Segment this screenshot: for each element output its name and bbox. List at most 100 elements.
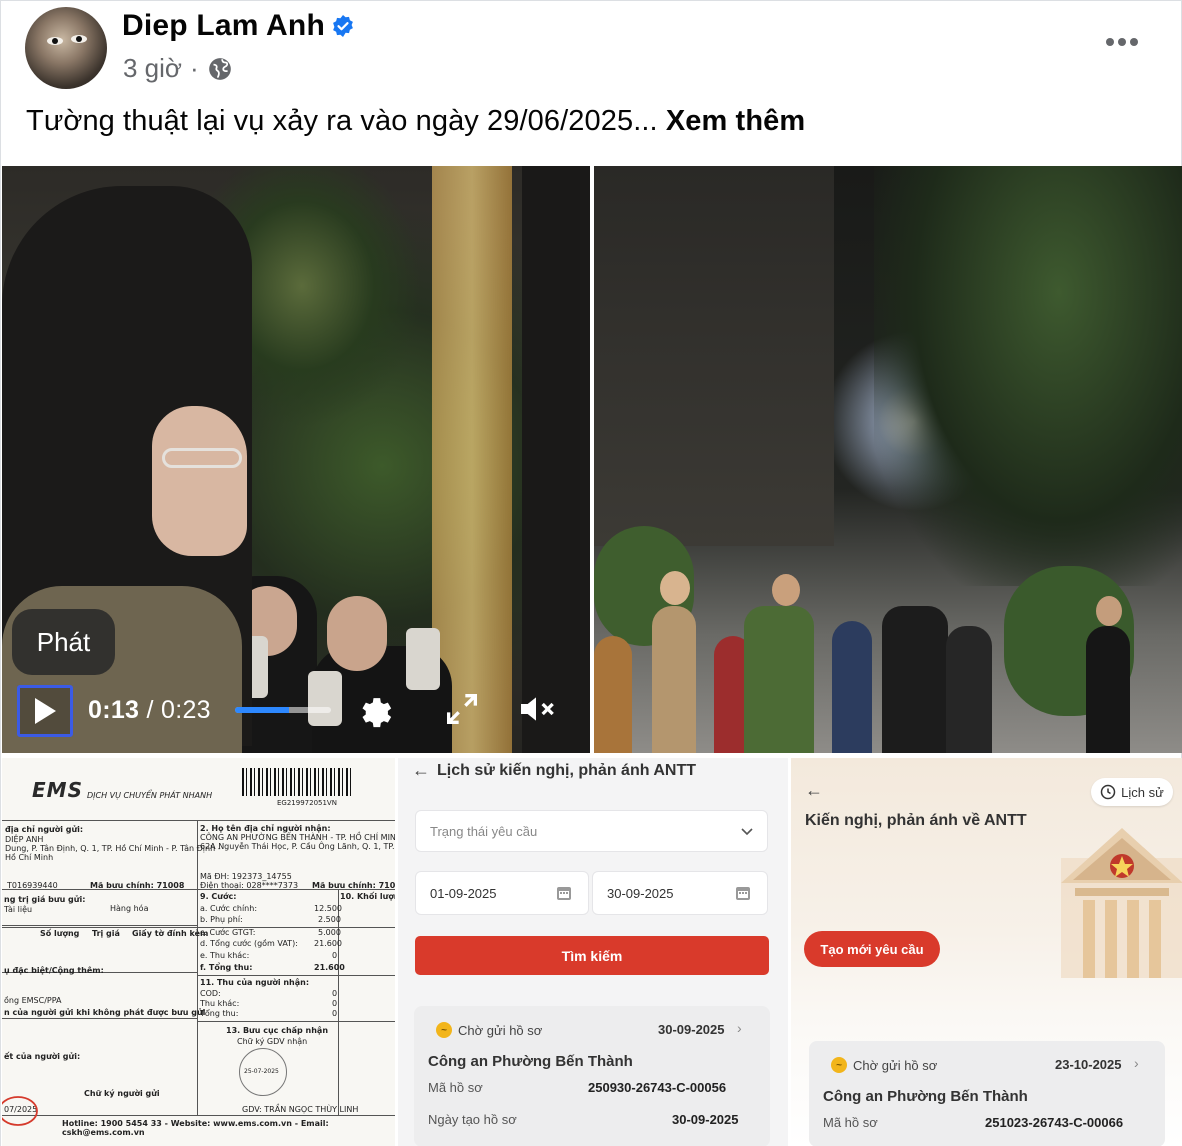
fee-sum-value: 21.600: [314, 963, 345, 972]
docs-header: Giấy tờ đính kèm: [132, 929, 209, 938]
card-status: ~ Chờ gửi hồ sơ: [436, 1022, 542, 1038]
weight-header: 10. Khối lượng: [340, 892, 395, 901]
see-more-link[interactable]: Xem thêm: [666, 105, 805, 137]
chevron-right-icon: ›: [1134, 1055, 1139, 1071]
declared-value-label: ng trị giá bưu gửi:: [4, 895, 86, 904]
sender-postcode: Mã bưu chính: 71008: [90, 881, 185, 890]
globe-icon: [208, 57, 231, 80]
card-status-text: Chờ gửi hồ sơ: [458, 1022, 543, 1038]
card-status: ~ Chờ gửi hồ sơ: [831, 1057, 937, 1073]
other-fee-value: 0: [332, 999, 338, 1008]
undelivered-instruction: n của người gửi khi không phát được bưu …: [4, 1008, 206, 1017]
photo-street-scene[interactable]: [594, 166, 1182, 753]
other-fee-label: Thu khác:: [200, 999, 240, 1008]
fee-vat-value: 5.000: [318, 928, 341, 937]
mute-icon[interactable]: [516, 689, 556, 729]
fee-vat-label: c. Cước GTGT:: [200, 928, 256, 937]
dot-icon: [1106, 38, 1114, 46]
request-card[interactable]: ~ Chờ gửi hồ sơ 30-09-2025 › Công an Phư…: [414, 1006, 770, 1146]
post-caption: Tường thuật lại vụ xảy ra vào ngày 29/06…: [26, 105, 805, 138]
app-history-screen: ← Lịch sử kiến nghị, phản ánh ANTT Trạng…: [398, 758, 788, 1146]
fee-main-label: a. Cước chính:: [200, 904, 258, 913]
recipient-address: 62A Nguyễn Thái Học, P. Cầu Ông Lãnh, Q.…: [200, 842, 395, 851]
search-button[interactable]: Tìm kiếm: [415, 936, 769, 975]
ems-subtitle: DỊCH VỤ CHUYỂN PHÁT NHANH: [87, 791, 213, 800]
chevron-right-icon: ›: [737, 1020, 742, 1036]
red-circle-annotation: [2, 1096, 38, 1126]
post-office-header: 13. Bưu cục chấp nhận: [226, 1026, 329, 1035]
post-meta: 3 giờ ·: [123, 53, 233, 84]
create-request-button[interactable]: Tạo mới yêu cầu: [804, 931, 940, 967]
post-time[interactable]: 3 giờ: [123, 53, 182, 84]
screen-title: Lịch sử kiến nghị, phản ánh ANTT: [437, 762, 696, 779]
history-clock-icon: [1100, 784, 1116, 800]
sender-name: DIỆP ANH: [5, 835, 44, 844]
tracking-number: EG219972051VN: [277, 799, 337, 807]
collect-total-value: 0: [332, 1009, 338, 1018]
calendar-icon: [557, 887, 571, 900]
seek-bar[interactable]: [235, 707, 331, 713]
coin-status-icon: ~: [436, 1022, 452, 1038]
card-code: 250930-26743-C-00056: [588, 1080, 727, 1095]
clerk-signature-label: Chữ ký GDV nhận: [237, 1037, 308, 1046]
ems-logo: EMS: [32, 778, 83, 802]
date-to-value: 30-09-2025: [607, 885, 674, 901]
author-name[interactable]: Diep Lam Anh: [122, 9, 325, 43]
date-from-field[interactable]: 01-09-2025: [415, 871, 589, 915]
calendar-icon: [736, 887, 750, 900]
card-organization: Công an Phường Bến Thành: [823, 1088, 1028, 1105]
back-arrow-icon[interactable]: ←: [805, 780, 823, 801]
ems-receipt: EMS DỊCH VỤ CHUYỂN PHÁT NHANH EG21997205…: [2, 758, 395, 1146]
status-select[interactable]: Trạng thái yêu cầu: [415, 810, 768, 852]
recipient-phone: Điện thoại: 028****7373: [200, 881, 299, 890]
goods-checkbox-label: Hàng hóa: [110, 904, 149, 913]
video-player[interactable]: Phát: [2, 166, 590, 753]
coin-status-icon: ~: [831, 1057, 847, 1073]
hotline-footer: Hotline: 1900 5454 33 - Website: www.ems…: [62, 1119, 329, 1137]
photo-app-home-screen[interactable]: Lịch sử ← Kiến nghị, phản ánh về ANTT Tạ…: [791, 758, 1182, 1146]
photo-app-history-screen[interactable]: ← Lịch sử kiến nghị, phản ánh ANTT Trạng…: [398, 758, 788, 1146]
more-options-button[interactable]: [1099, 27, 1145, 57]
cod-label: COD:: [200, 989, 221, 998]
order-id: Mã ĐH: 192373_14755: [200, 872, 292, 881]
status-placeholder: Trạng thái yêu cầu: [430, 823, 538, 839]
fee-other-value: 0: [332, 951, 338, 960]
author-avatar[interactable]: [25, 7, 107, 89]
app-home-screen: Lịch sử ← Kiến nghị, phản ánh về ANTT Tạ…: [791, 758, 1182, 1146]
police-building-icon: [1061, 828, 1182, 978]
play-button[interactable]: [17, 685, 73, 737]
street-photo: [594, 166, 1182, 753]
cod-value: 0: [332, 989, 338, 998]
recipient-postcode: Mã bưu chính: 7100: [312, 881, 395, 890]
collect-total-label: Tổng thu:: [200, 1009, 239, 1018]
time-separator: /: [146, 696, 154, 724]
duration: 0:23: [161, 696, 211, 724]
qty-header: Số lượng: [40, 929, 80, 938]
special-service: ụ đặc biệt/Cộng thêm:: [4, 966, 104, 975]
postmark-stamp: 25-07-2025: [239, 1048, 287, 1096]
request-card[interactable]: ~ Chờ gửi hồ sơ 23-10-2025 › Công an Phư…: [809, 1041, 1165, 1146]
fullscreen-icon[interactable]: [442, 689, 482, 729]
card-code: 251023-26743-C-00066: [985, 1115, 1124, 1130]
back-arrow-icon[interactable]: ←: [412, 760, 430, 781]
card-code-label: Mã hồ sơ: [823, 1115, 878, 1130]
sender-signature-label: Chữ ký người gửi: [84, 1089, 160, 1098]
fee-extra-value: 2.500: [318, 915, 341, 924]
play-icon: [35, 698, 56, 724]
photo-ems-receipt[interactable]: EMS DỊCH VỤ CHUYỂN PHÁT NHANH EG21997205…: [2, 758, 395, 1146]
seek-bar-fill: [235, 707, 289, 713]
fee-header: 9. Cước:: [200, 892, 237, 901]
settings-gear-icon[interactable]: [354, 689, 394, 729]
recipient-name: CÔNG AN PHƯỜNG BẾN THÀNH - TP. HỒ CHÍ MI…: [200, 833, 395, 842]
recipient-header: 2. Họ tên địa chỉ người nhận:: [200, 824, 331, 833]
value-header: Trị giá: [92, 929, 120, 938]
card-organization: Công an Phường Bến Thành: [428, 1053, 633, 1070]
fee-main-value: 12.500: [314, 904, 342, 913]
card-status-text: Chờ gửi hồ sơ: [853, 1057, 938, 1073]
history-label: Lịch sử: [1121, 784, 1164, 800]
history-button[interactable]: Lịch sử: [1091, 778, 1173, 806]
video-controls: 0:13 / 0:23: [2, 681, 590, 741]
date-to-field[interactable]: 30-09-2025: [592, 871, 768, 915]
card-date: 30-09-2025: [658, 1022, 725, 1037]
fee-sum-label: f. Tổng thu:: [200, 963, 253, 972]
